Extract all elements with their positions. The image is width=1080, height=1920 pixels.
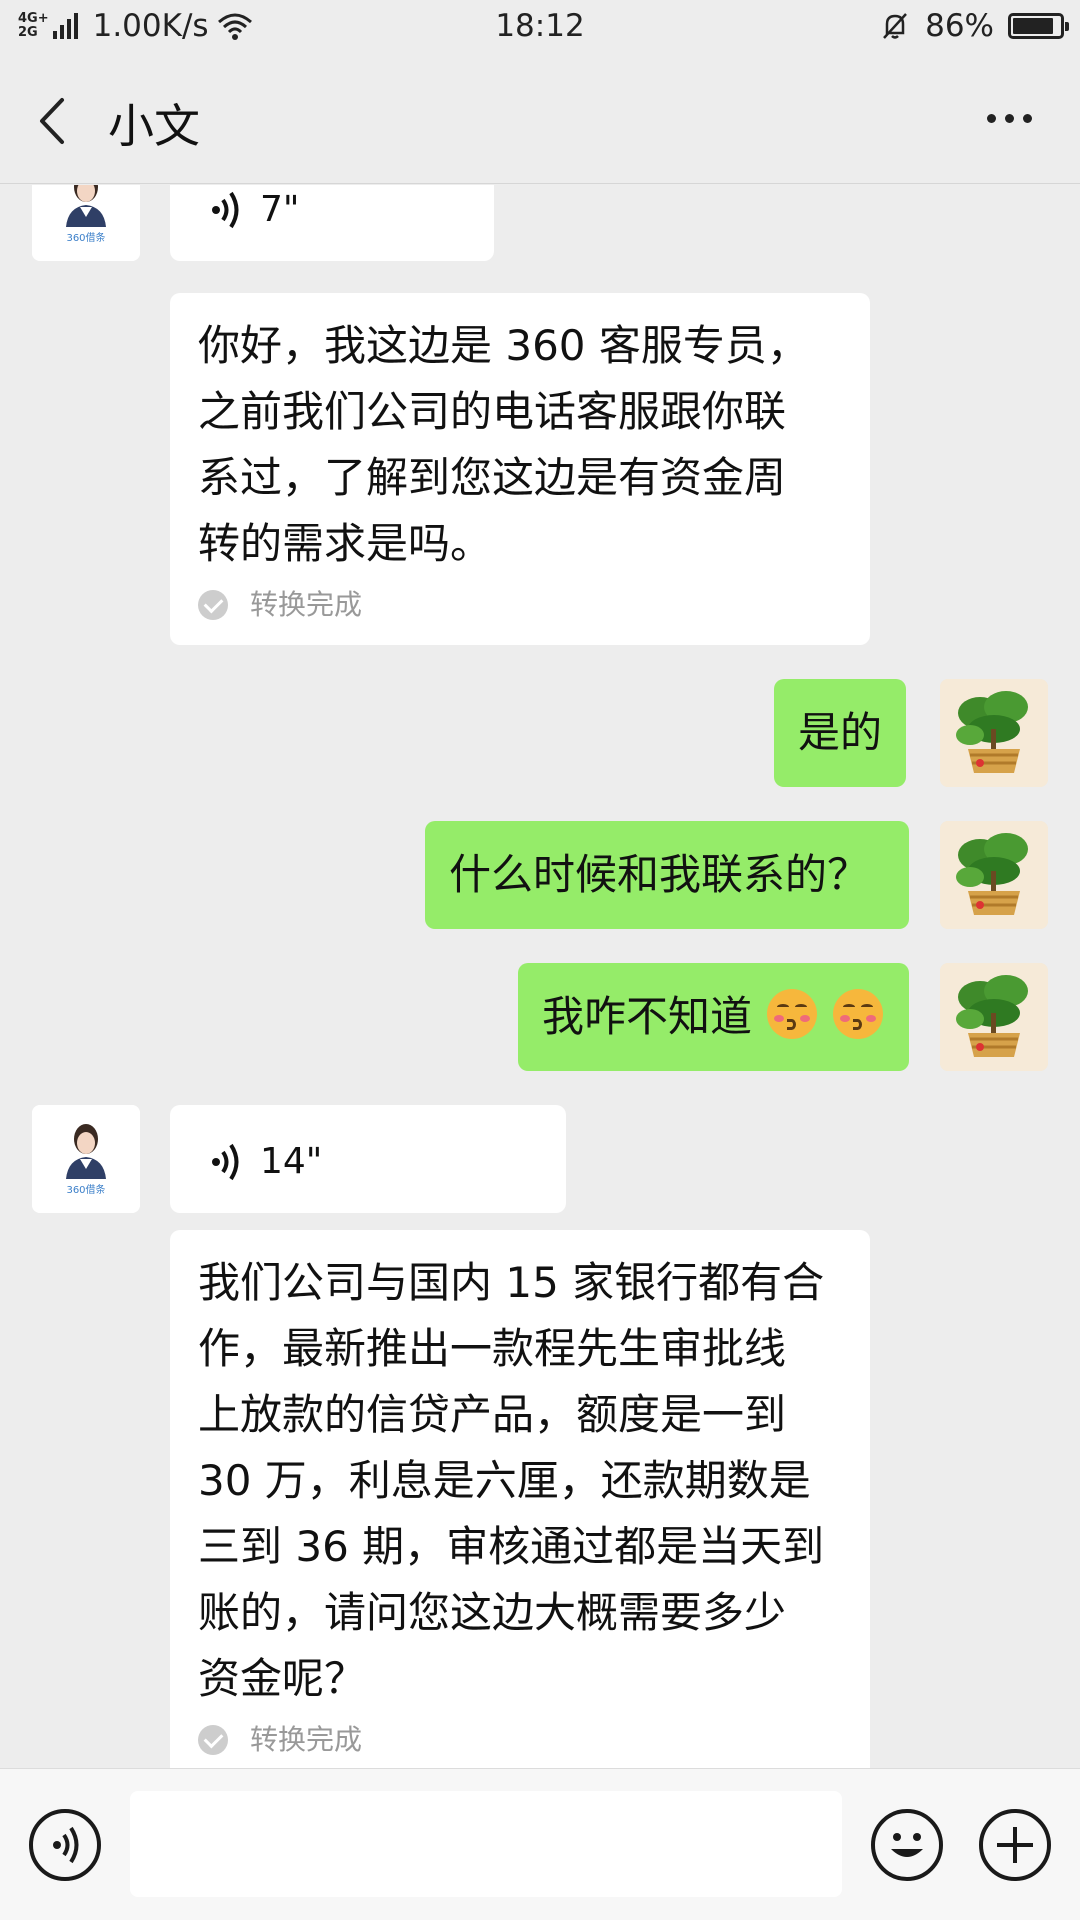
battery-icon — [1008, 13, 1069, 39]
transcript-bubble[interactable]: 我们公司与国内 15 家银行都有合 作，最新推出一款程先生审批线 上放款的信贷产… — [170, 1230, 870, 1768]
transcript-status: 转换完成 — [198, 587, 842, 623]
avatar[interactable] — [940, 679, 1048, 787]
agent-avatar-image: 360借条 — [32, 185, 140, 261]
check-circle-icon — [198, 590, 228, 620]
kissing-face-emoji-icon — [832, 989, 883, 1039]
kissing-face-emoji-icon — [767, 989, 818, 1039]
message-text: 什么时候和我联系的？ — [449, 850, 870, 899]
voice-wave-icon — [212, 191, 239, 229]
avatar[interactable]: 360借条 — [32, 185, 140, 261]
transcript-line: 系过，了解到您这边是有资金周 — [198, 453, 787, 502]
transcript-status-label: 转换完成 — [250, 1723, 363, 1756]
sent-message[interactable]: 是的 — [774, 679, 907, 787]
voice-duration: 14" — [260, 1141, 323, 1182]
transcript-line: 我们公司与国内 15 家银行都有合 — [198, 1258, 825, 1307]
transcript-line: 30 万，利息是六厘，还款期数是 — [198, 1456, 811, 1505]
sent-message[interactable]: 什么时候和我联系的？ — [425, 821, 909, 929]
voice-duration: 7" — [260, 189, 300, 230]
plus-icon[interactable] — [979, 1809, 1051, 1881]
transcript-line: 三到 36 期，审核通过都是当天到 — [198, 1522, 825, 1571]
message-input[interactable] — [130, 1791, 842, 1897]
transcript-line: 作，最新推出一款程先生审批线 — [198, 1324, 787, 1373]
sent-message[interactable]: 我咋不知道 — [518, 963, 909, 1071]
voice-wave-icon — [212, 1143, 239, 1181]
transcript-status-label: 转换完成 — [250, 588, 363, 621]
transcript-line: 上放款的信贷产品，额度是一到 — [198, 1390, 787, 1439]
transcript-line: 转的需求是吗。 — [198, 519, 493, 568]
plant-avatar-image — [940, 821, 1048, 929]
avatar[interactable] — [940, 821, 1048, 929]
svg-text:360借条: 360借条 — [66, 1183, 105, 1196]
avatar[interactable]: 360借条 — [32, 1105, 140, 1213]
transcript-line: 你好，我这边是 360 客服专员， — [198, 321, 809, 370]
battery-percent: 86% — [925, 8, 994, 44]
transcript-bubble[interactable]: 你好，我这边是 360 客服专员， 之前我们公司的电话客服跟你联 系过，了解到您… — [170, 293, 870, 645]
chat-title: 小文 — [108, 99, 200, 153]
chat-header: 小文 — [0, 56, 1080, 184]
voice-message[interactable]: 7" — [170, 185, 494, 261]
transcript-line: 资金呢？ — [198, 1654, 367, 1703]
plant-avatar-image — [940, 963, 1048, 1071]
agent-avatar-image: 360借条 — [32, 1105, 140, 1213]
transcript-line: 账的，请问您这边大概需要多少 — [198, 1588, 787, 1637]
message-list[interactable]: 360借条 7" 你好，我这边是 360 客服专员， 之前我们公司的电话客服跟你… — [0, 185, 1080, 1768]
input-bar — [0, 1768, 1080, 1920]
message-text: 是的 — [798, 708, 883, 757]
transcript-line: 之前我们公司的电话客服跟你联 — [198, 387, 787, 436]
voice-input-icon[interactable] — [29, 1809, 101, 1881]
avatar[interactable] — [940, 963, 1048, 1071]
message-text: 我咋不知道 — [542, 992, 753, 1041]
status-bar: 4G+ 2G 1.00K/s 18:12 86% — [0, 0, 1080, 56]
more-dots-icon[interactable] — [987, 114, 1032, 123]
emoji-icon[interactable] — [871, 1809, 943, 1881]
chevron-left-icon[interactable] — [34, 96, 70, 146]
transcript-status: 转换完成 — [198, 1722, 842, 1758]
bell-muted-icon — [883, 13, 908, 39]
svg-text:360借条: 360借条 — [66, 231, 105, 244]
voice-message[interactable]: 14" — [170, 1105, 566, 1213]
plant-avatar-image — [940, 679, 1048, 787]
battery-fill — [1013, 18, 1053, 34]
check-circle-icon — [198, 1725, 228, 1755]
